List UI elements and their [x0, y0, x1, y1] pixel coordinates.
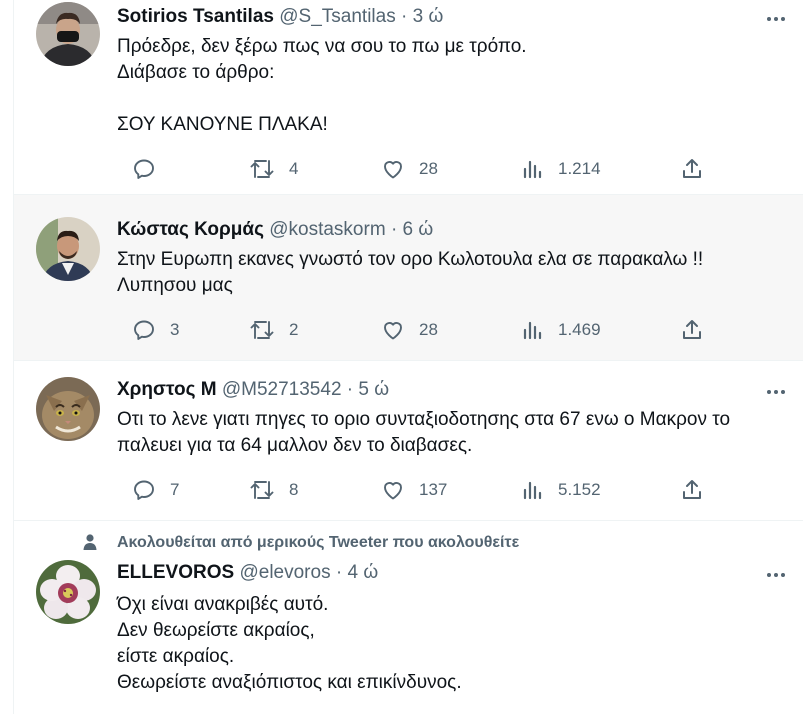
- author-name[interactable]: Χρηστος Μ: [117, 379, 217, 400]
- author-handle[interactable]: @elevoros: [239, 562, 330, 583]
- tweet-header: ELLEVOROS @elevoros · 4 ώ: [117, 560, 763, 586]
- timestamp[interactable]: 4 ώ: [347, 562, 378, 583]
- retweet-button[interactable]: 8: [249, 475, 298, 505]
- more-icon[interactable]: [763, 562, 789, 588]
- retweet-icon: [250, 160, 274, 178]
- views-button[interactable]: 1.469: [522, 315, 601, 345]
- like-count: 28: [419, 320, 438, 339]
- like-count: 137: [419, 480, 448, 499]
- tweet-text-line: Δεν θεωρείστε ακραίος,: [117, 620, 315, 641]
- views-count: 1.469: [558, 320, 601, 339]
- share-icon: [683, 320, 701, 339]
- views-button[interactable]: 5.152: [522, 475, 601, 505]
- tweet-header: Sotirios Tsantilas @S_Tsantilas · 3 ώ: [117, 4, 763, 30]
- like-button[interactable]: 28: [381, 315, 438, 345]
- tweet[interactable]: Sotirios Tsantilas @S_Tsantilas · 3 ώ Πρ…: [14, 0, 803, 195]
- retweet-count: 8: [289, 480, 299, 499]
- retweet-count: 2: [289, 320, 299, 339]
- share-icon: [683, 159, 701, 178]
- views-icon: [523, 160, 542, 179]
- tweet-text-line: παλευει για τα 64 μαλλον δεν το διαβασες…: [117, 435, 473, 456]
- reply-button[interactable]: [132, 154, 170, 184]
- avatar[interactable]: [36, 560, 100, 624]
- social-context-text: Ακολουθείται από μερικούς Tweeter που ακ…: [117, 534, 520, 551]
- separator: ·: [400, 6, 408, 27]
- social-context: Ακολουθείται από μερικούς Tweeter που ακ…: [14, 530, 803, 556]
- reply-icon: [134, 320, 154, 340]
- views-button[interactable]: 1.214: [522, 154, 601, 184]
- reply-count: 7: [170, 480, 180, 499]
- like-icon: [384, 161, 402, 179]
- like-count: 28: [419, 159, 438, 178]
- views-icon: [523, 481, 542, 500]
- tweet-text-line: Στην Ευρωπη εκανες γνωστό τον ορο Κωλοτο…: [117, 249, 704, 270]
- retweet-button[interactable]: 2: [249, 315, 298, 345]
- tweet[interactable]: ELLEVOROS @elevoros · 4 ώ Όχι είναι ανακ…: [14, 556, 803, 726]
- tweet-text-line: Πρόεδρε, δεν ξέρω πως να σου το πω με τρ…: [117, 36, 527, 57]
- views-icon: [523, 321, 542, 340]
- person-icon: [82, 533, 98, 556]
- retweet-icon: [250, 481, 274, 499]
- avatar[interactable]: [36, 377, 100, 441]
- timestamp[interactable]: 5 ώ: [358, 379, 389, 400]
- action-bar: 4 28 1.214: [117, 154, 701, 184]
- tweet-text-line: ΣΟΥ ΚΑΝΟΥΝΕ ΠΛΑΚΑ!: [117, 114, 328, 135]
- avatar[interactable]: [36, 2, 100, 66]
- like-icon: [384, 482, 402, 500]
- tweet-text-line: [117, 86, 789, 112]
- like-button[interactable]: 137: [381, 475, 447, 505]
- tweet-header: Χρηστος Μ @M52713542 · 5 ώ: [117, 377, 763, 403]
- share-button[interactable]: [681, 154, 703, 184]
- more-icon[interactable]: [763, 6, 789, 32]
- author-handle[interactable]: @S_Tsantilas: [279, 6, 395, 27]
- tweet-text: Πρόεδρε, δεν ξέρω πως να σου το πω με τρ…: [117, 34, 789, 138]
- reply-icon: [134, 480, 154, 500]
- tweet-text-line: Θεωρείστε αναξιόπιστος και επικίνδυνος.: [117, 672, 462, 693]
- tweet-text: Στην Ευρωπη εκανες γνωστό τον ορο Κωλοτο…: [117, 247, 789, 299]
- share-button[interactable]: [681, 475, 703, 505]
- author-name[interactable]: ELLEVOROS: [117, 562, 234, 583]
- tweet-text-line: Οτι το λενε γιατι πηγες το οριο συνταξιο…: [117, 409, 731, 430]
- separator: ·: [390, 219, 398, 240]
- like-button[interactable]: 28: [381, 154, 438, 184]
- tweet-text-line: Όχι είναι ανακριβές αυτό.: [117, 594, 329, 615]
- tweet-text-line: Διάβασε το άρθρο:: [117, 62, 275, 83]
- reply-button[interactable]: 3: [132, 315, 179, 345]
- share-icon: [683, 480, 701, 499]
- tweet-text: Οτι το λενε γιατι πηγες το οριο συνταξιο…: [117, 407, 789, 459]
- tweet[interactable]: Κώστας Κορμάς @kostaskorm · 6 ώ Στην Ευρ…: [14, 195, 803, 361]
- reply-count: 3: [170, 320, 180, 339]
- separator: ·: [335, 562, 343, 583]
- retweet-icon: [250, 321, 274, 339]
- share-button[interactable]: [681, 315, 703, 345]
- timestamp[interactable]: 6 ώ: [403, 219, 434, 240]
- tweet[interactable]: Χρηστος Μ @M52713542 · 5 ώ Οτι το λενε γ…: [14, 361, 803, 521]
- reply-button[interactable]: 7: [132, 475, 179, 505]
- views-count: 1.214: [558, 159, 601, 178]
- author-name[interactable]: Κώστας Κορμάς: [117, 219, 264, 240]
- retweet-count: 4: [289, 159, 299, 178]
- more-icon[interactable]: [763, 379, 789, 405]
- action-bar: 7 8 137 5.152: [117, 475, 701, 505]
- tweet-header: Κώστας Κορμάς @kostaskorm · 6 ώ: [117, 217, 763, 243]
- retweet-button[interactable]: 4: [249, 154, 298, 184]
- author-name[interactable]: Sotirios Tsantilas: [117, 6, 274, 27]
- timestamp[interactable]: 3 ώ: [413, 6, 444, 27]
- tweet-text-line: είστε ακραίος.: [117, 646, 235, 667]
- action-bar: 3 2 28 1.469: [117, 315, 701, 345]
- avatar[interactable]: [36, 217, 100, 281]
- tweet-text-line: Λυπησου μας: [117, 275, 233, 296]
- views-count: 5.152: [558, 480, 601, 499]
- author-handle[interactable]: @kostaskorm: [269, 219, 385, 240]
- separator: ·: [346, 379, 354, 400]
- like-icon: [384, 322, 402, 340]
- reply-icon: [134, 159, 154, 179]
- author-handle[interactable]: @M52713542: [222, 379, 342, 400]
- tweet-text: Όχι είναι ανακριβές αυτό. Δεν θεωρείστε …: [117, 592, 789, 696]
